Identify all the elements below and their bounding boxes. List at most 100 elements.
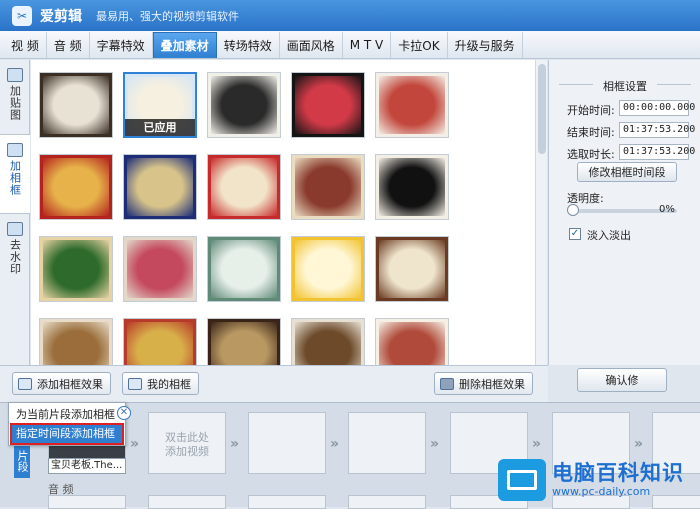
frame-thumbnail[interactable]: 已应用 [123, 72, 197, 138]
frame-thumbnail[interactable] [207, 236, 281, 302]
menu-item-time-range[interactable]: 指定时间段添加相框 [10, 423, 124, 445]
frame-preview-image [127, 322, 193, 365]
opacity-value: 0% [659, 204, 675, 215]
frame-thumbnail[interactable] [39, 318, 113, 365]
tab-3[interactable]: 叠加素材 [152, 32, 217, 58]
my-frames-label: 我的相框 [147, 377, 191, 391]
add-frame-button[interactable]: 添加相框效果 [12, 372, 111, 395]
frame-icon [7, 143, 23, 157]
end-time-label: 结束时间: [567, 126, 615, 139]
tab-4[interactable]: 转场特效 [217, 32, 280, 58]
modify-time-button[interactable]: 修改相框时间段 [577, 162, 677, 182]
leftbar-item-0[interactable]: 加贴图 [0, 60, 30, 134]
add-frame-icon [18, 377, 32, 390]
fade-checkbox[interactable]: ✓ [569, 228, 581, 240]
frame-thumbnail[interactable] [375, 236, 449, 302]
title-bar: ✂ 爱剪辑 最易用、强大的视频剪辑软件 [0, 0, 700, 31]
transition-arrow-icon[interactable]: » [230, 436, 239, 452]
frame-preview-image [127, 158, 193, 216]
frame-preview-image [211, 240, 277, 298]
monitor-icon [498, 458, 546, 501]
frame-preview-image [43, 240, 109, 298]
timeline-empty-slot[interactable]: 双击此处 添加视频 [148, 412, 226, 474]
frame-thumbnail[interactable] [39, 154, 113, 220]
frame-thumbnail[interactable] [39, 72, 113, 138]
transition-arrow-icon[interactable]: » [430, 436, 439, 452]
start-time-label: 开始时间: [567, 104, 615, 117]
end-time-field[interactable]: 01:37:53.200 [619, 122, 695, 138]
opacity-slider-handle[interactable] [567, 204, 579, 216]
frame-thumbnail[interactable] [207, 72, 281, 138]
frame-thumbnail[interactable] [291, 318, 365, 365]
watermark-url: www.pc-daily.com [552, 485, 651, 498]
frame-preview-image [295, 322, 361, 365]
popup-close-icon[interactable]: ✕ [117, 406, 131, 420]
frame-preview-image [211, 76, 277, 134]
tab-7[interactable]: 卡拉OK [391, 32, 448, 58]
frame-thumbnail[interactable] [375, 318, 449, 365]
remove-watermark-icon [7, 222, 23, 236]
applied-badge: 已应用 [125, 119, 195, 136]
frame-preview-image [43, 158, 109, 216]
delete-frame-label: 删除相框效果 [459, 377, 525, 391]
frame-thumbnail[interactable] [39, 236, 113, 302]
frame-thumbnail[interactable] [291, 154, 365, 220]
frame-thumbnail[interactable] [375, 154, 449, 220]
transition-arrow-icon[interactable]: » [330, 436, 339, 452]
app-subtitle: 最易用、强大的视频剪辑软件 [96, 9, 239, 23]
frame-toolbar: 添加相框效果 我的相框 删除相框效果 [0, 365, 548, 402]
frame-thumbnail[interactable] [123, 236, 197, 302]
frame-preview-image [127, 240, 193, 298]
frame-thumbnail[interactable] [291, 72, 365, 138]
frame-preview-image [211, 322, 277, 365]
timeline-empty-slot[interactable] [248, 412, 326, 474]
clip-name-label[interactable]: 宝贝老板.The... [48, 458, 126, 474]
frame-thumbnail[interactable] [207, 318, 281, 365]
frame-thumbnail[interactable] [123, 318, 197, 365]
tab-0[interactable]: 视 频 [4, 32, 47, 58]
transition-arrow-icon[interactable]: » [634, 436, 643, 452]
grid-scrollbar[interactable] [535, 60, 547, 365]
trash-icon [440, 377, 454, 390]
settings-title-rule-right [657, 84, 691, 85]
add-frame-label: 添加相框效果 [37, 377, 103, 391]
settings-title: 相框设置 [603, 80, 647, 93]
clip-side-tag[interactable]: 片段 [14, 444, 30, 478]
tab-5[interactable]: 画面风格 [280, 32, 343, 58]
frame-thumbnail[interactable] [207, 154, 281, 220]
frame-thumbnail[interactable] [375, 72, 449, 138]
frame-thumbnail[interactable] [291, 236, 365, 302]
leftbar-item-1[interactable]: 加相框 [0, 134, 30, 214]
delete-frame-button[interactable]: 删除相框效果 [434, 372, 533, 395]
frame-preview-image [379, 322, 445, 365]
frame-settings-panel: 相框设置 开始时间: 00:00:00.000 结束时间: 01:37:53.2… [548, 60, 700, 392]
leftbar-label: 加贴图 [8, 85, 22, 121]
transition-arrow-icon[interactable]: » [532, 436, 541, 452]
frame-preview-image [43, 322, 109, 365]
add-video-hint: 双击此处 添加视频 [165, 431, 209, 458]
tab-8[interactable]: 升级与服务 [448, 32, 523, 58]
duration-field: 01:37:53.200 [619, 144, 695, 160]
tab-2[interactable]: 字幕特效 [90, 32, 153, 58]
transition-arrow-icon[interactable]: » [130, 436, 139, 452]
left-category-bar: 加贴图 加相框 去水印 [0, 60, 30, 365]
grid-scrollbar-thumb[interactable] [538, 64, 546, 154]
tab-1[interactable]: 音 频 [47, 32, 90, 58]
sticker-icon [7, 68, 23, 82]
start-time-field[interactable]: 00:00:00.000 [619, 100, 695, 116]
main-tab-bar: 视 频音 频字幕特效 叠加素材 转场特效 画面风格 M T V 卡拉OK 升级与服务 [0, 31, 700, 59]
frame-preview-image [43, 76, 109, 134]
leftbar-item-2[interactable]: 去水印 [0, 214, 30, 294]
frame-preview-image [211, 158, 277, 216]
site-watermark: 电脑百科知识 www.pc-daily.com [498, 452, 700, 507]
tab-6[interactable]: M T V [343, 32, 392, 58]
app-name: 爱剪辑 [40, 8, 82, 25]
confirm-button[interactable]: 确认修 [577, 368, 667, 392]
add-frame-popup-menu: 为当前片段添加相框 指定时间段添加相框 [8, 402, 126, 446]
my-frames-button[interactable]: 我的相框 [122, 372, 199, 395]
frame-preview-image [379, 240, 445, 298]
menu-item-current-clip[interactable]: 为当前片段添加相框 [12, 406, 122, 424]
frame-preview-image [295, 76, 361, 134]
frame-thumbnail[interactable] [123, 154, 197, 220]
timeline-empty-slot[interactable] [348, 412, 426, 474]
